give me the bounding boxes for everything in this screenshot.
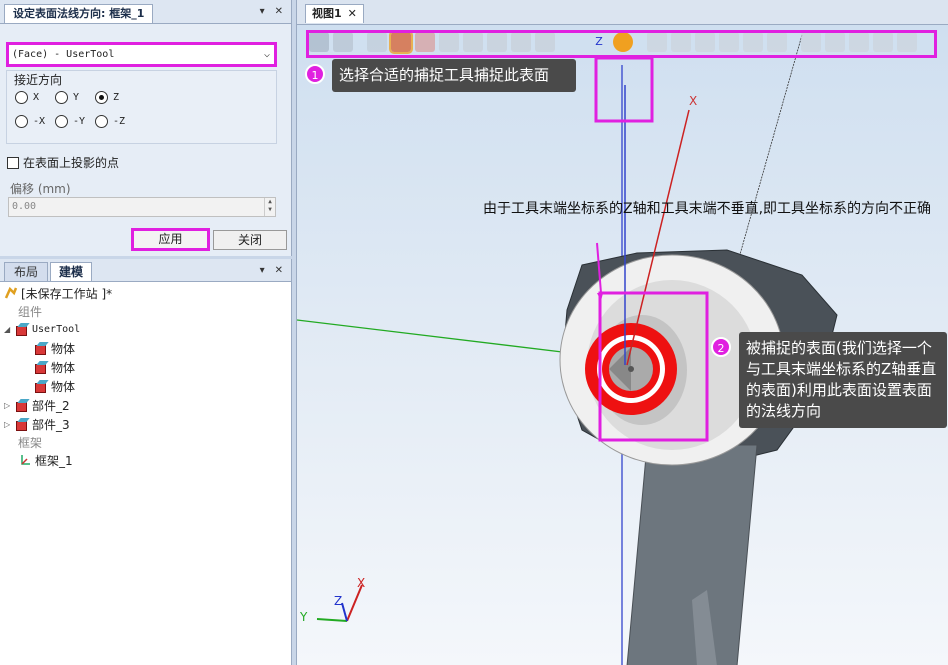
radio-x-dot <box>15 91 28 104</box>
body-icon <box>34 361 48 374</box>
radio-z-label: Z <box>113 92 120 103</box>
model-tree: [未保存工作站 ]* 组件 ◢ UserTool 物体 物体 物体 ▷ 部件_2… <box>0 281 291 665</box>
tree-part-3[interactable]: ▷ 部件_3 <box>4 415 70 433</box>
close-icon[interactable]: ✕ <box>348 5 357 23</box>
panel-title: 设定表面法线方向: 框架_1 <box>4 4 154 23</box>
frame-icon <box>21 455 30 465</box>
approach-direction-label: 接近方向 <box>14 73 63 87</box>
expand-icon[interactable]: ▷ <box>4 401 12 410</box>
callout-1-badge: 1 <box>305 64 325 84</box>
part-3-label: 部件_3 <box>32 417 70 432</box>
face-select-value: (Face) - UserTool <box>12 49 115 60</box>
triad-x-axis <box>346 584 363 622</box>
expand-icon[interactable]: ▷ <box>4 420 12 429</box>
collapse-icon[interactable]: ◢ <box>4 325 12 334</box>
project-point-checkbox[interactable]: 在表面上投影的点 <box>7 154 119 171</box>
close-button[interactable]: 关闭 <box>213 230 287 250</box>
tree-frames: 框架 <box>18 435 43 450</box>
tab-modeling[interactable]: 建模 <box>50 262 92 281</box>
snap-tool-highlight <box>594 56 654 123</box>
radio-z-dot <box>95 91 108 104</box>
viewport[interactable]: X X Y Z Z 1 选择合适的捕捉工具捕捉此表面 由于工具末端坐标系的Z轴和… <box>297 24 948 665</box>
callout-2-badge: 2 <box>711 337 731 357</box>
face-select-dropdown[interactable]: (Face) - UserTool ⌵ <box>6 42 277 67</box>
tool-x-label: X <box>689 94 697 108</box>
toolbar-highlight <box>306 30 937 58</box>
part-icon <box>15 399 29 412</box>
approach-direction-group: 接近方向 X Y Z -X -Y -Z <box>6 70 277 144</box>
radio-neg-z[interactable]: -Z <box>95 115 125 128</box>
station-icon <box>4 286 18 299</box>
part-icon <box>15 323 29 336</box>
frame-1-label: 框架_1 <box>35 453 73 468</box>
checkbox-box <box>7 156 19 169</box>
layout-modeling-panel: 布局 建模 ▾ ✕ [未保存工作站 ]* 组件 ◢ UserTool 物体 物体… <box>0 259 292 665</box>
coordinate-triad: X Y Z <box>299 576 365 624</box>
callout-2: 被捕捉的表面(我们选择一个与工具末端坐标系的Z轴垂直的表面)利用此表面设置表面的… <box>739 332 947 428</box>
triad-x-label: X <box>357 576 365 590</box>
radio-y[interactable]: Y <box>55 91 79 104</box>
radio-y-label: Y <box>73 92 80 103</box>
part-2-label: 部件_2 <box>32 398 70 413</box>
triad-y-axis <box>316 618 348 622</box>
panel-body: (Face) - UserTool ⌵ 接近方向 X Y Z -X -Y -Z … <box>0 23 291 256</box>
project-point-label: 在表面上投影的点 <box>23 156 120 170</box>
tool-arm <box>626 444 758 665</box>
offset-value: 0.00 <box>12 201 37 212</box>
edge-line <box>736 34 803 266</box>
tree-frame-1[interactable]: 框架_1 <box>18 451 73 469</box>
surface-normal-panel: 设定表面法线方向: 框架_1 ▾ ✕ (Face) - UserTool ⌵ 接… <box>0 0 292 256</box>
view-tab-label: 视图1 <box>312 7 342 20</box>
view-tab[interactable]: 视图1 ✕ <box>305 4 364 23</box>
chevron-down-icon: ⌵ <box>263 49 270 60</box>
green-axis-line <box>297 319 588 356</box>
tree-station[interactable]: [未保存工作站 ]* <box>4 284 112 302</box>
offset-label: 偏移 (mm) <box>10 182 71 196</box>
radio-neg-z-label: -Z <box>113 116 126 127</box>
tree-part-2[interactable]: ▷ 部件_2 <box>4 396 70 414</box>
radio-neg-y[interactable]: -Y <box>55 115 85 128</box>
apply-button[interactable]: 应用 <box>131 228 210 251</box>
triad-z-label: Z <box>334 594 342 608</box>
radio-y-dot <box>55 91 68 104</box>
radio-neg-x-dot <box>15 115 28 128</box>
radio-z[interactable]: Z <box>95 91 119 104</box>
radio-x-label: X <box>33 92 40 103</box>
close-icon[interactable]: ✕ <box>275 265 283 276</box>
offset-input[interactable]: 0.00 ▲ ▼ <box>8 197 276 217</box>
callout-1: 选择合适的捕捉工具捕捉此表面 <box>332 59 576 92</box>
3d-view-panel: 视图1 ✕ X X Y Z Z 1 选择合适的捕捉工具捕捉此表面 由于工具末端坐… <box>296 0 948 665</box>
radio-neg-x-label: -X <box>33 116 46 127</box>
radio-neg-z-dot <box>95 115 108 128</box>
station-label: [未保存工作站 ]* <box>21 286 113 301</box>
radio-neg-y-dot <box>55 115 68 128</box>
z-axis-note: 由于工具末端坐标系的Z轴和工具末端不垂直,即工具坐标系的方向不正确 <box>483 201 932 217</box>
usertool-label: UserTool <box>32 323 81 335</box>
panel-controls-2: ▾ ✕ <box>260 265 283 276</box>
body-label: 物体 <box>51 379 76 394</box>
tip-point <box>628 366 634 372</box>
tree-components: 组件 <box>18 304 43 319</box>
tree-body-2[interactable]: 物体 <box>34 358 75 376</box>
tab-layout[interactable]: 布局 <box>4 262 48 281</box>
pin-icon[interactable]: ▾ <box>260 265 265 276</box>
body-icon <box>34 380 48 393</box>
triad-z-axis <box>341 602 348 622</box>
body-label: 物体 <box>51 360 76 375</box>
panel-controls: ▾ ✕ <box>260 6 283 17</box>
radio-x[interactable]: X <box>15 91 39 104</box>
radio-neg-y-label: -Y <box>73 116 86 127</box>
tree-usertool[interactable]: ◢ UserTool <box>4 320 80 338</box>
pin-icon[interactable]: ▾ <box>260 6 265 17</box>
tree-body-1[interactable]: 物体 <box>34 339 75 357</box>
part-icon <box>15 418 29 431</box>
tree-body-3[interactable]: 物体 <box>34 377 75 395</box>
close-icon[interactable]: ✕ <box>275 6 283 17</box>
offset-spinner[interactable]: ▲ ▼ <box>264 198 275 216</box>
body-icon <box>34 342 48 355</box>
triad-y-label: Y <box>299 610 308 624</box>
radio-neg-x[interactable]: -X <box>15 115 45 128</box>
body-label: 物体 <box>51 341 76 356</box>
